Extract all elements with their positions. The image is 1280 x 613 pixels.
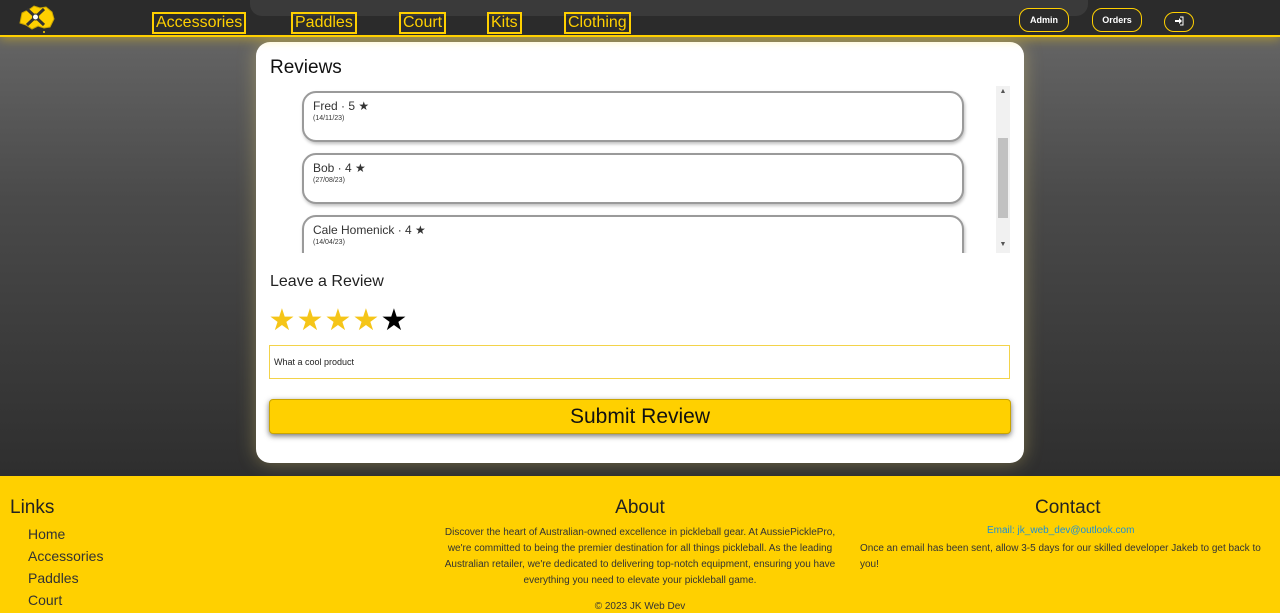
review-header: Cale Homenick · 4 ★ bbox=[313, 223, 426, 237]
nav-link-kits[interactable]: Kits bbox=[487, 12, 522, 34]
review-date: (14/11/23) bbox=[313, 115, 345, 122]
footer-email-link[interactable]: Email: jk_web_dev@outlook.com bbox=[987, 525, 1134, 536]
review-item: Bob · 4 ★ (27/08/23) bbox=[302, 153, 964, 204]
review-date: (14/04/23) bbox=[313, 239, 345, 246]
footer-link-accessories[interactable]: Accessories bbox=[28, 548, 103, 564]
star-icon[interactable]: ★ bbox=[324, 304, 352, 338]
australia-pickleball-logo-icon[interactable] bbox=[16, 3, 56, 33]
orders-button[interactable]: Orders bbox=[1092, 8, 1142, 32]
star-icon[interactable]: ★ bbox=[268, 304, 296, 338]
footer-link-home[interactable]: Home bbox=[28, 526, 65, 542]
footer: Links Home Accessories Paddles Court Abo… bbox=[0, 476, 1280, 613]
navbar: Accessories Paddles Court Kits Clothing … bbox=[0, 0, 1280, 37]
footer-about-text: Discover the heart of Australian-owned e… bbox=[444, 527, 836, 586]
nav-link-court[interactable]: Court bbox=[399, 12, 447, 34]
review-item: Cale Homenick · 4 ★ (14/04/23) bbox=[302, 215, 964, 253]
review-text-input[interactable] bbox=[269, 345, 1010, 379]
leave-review-title: Leave a Review bbox=[270, 273, 384, 290]
nav-link-paddles[interactable]: Paddles bbox=[291, 12, 357, 34]
reviews-scrollbar[interactable]: ▲ ▼ bbox=[996, 86, 1010, 253]
review-item: Fred · 5 ★ (14/11/23) bbox=[302, 91, 964, 142]
review-card: Reviews Fred · 5 ★ (14/11/23) Bob · 4 ★ … bbox=[256, 42, 1024, 463]
review-header: Fred · 5 ★ bbox=[313, 99, 370, 113]
nav-link-accessories[interactable]: Accessories bbox=[152, 12, 247, 34]
reviews-list[interactable]: Fred · 5 ★ (14/11/23) Bob · 4 ★ (27/08/2… bbox=[270, 82, 1010, 253]
reviews-title: Reviews bbox=[270, 57, 342, 78]
star-icon[interactable]: ★ bbox=[352, 304, 380, 338]
login-button[interactable] bbox=[1164, 12, 1194, 32]
footer-link-paddles[interactable]: Paddles bbox=[28, 570, 79, 586]
footer-contact-title: Contact bbox=[1035, 497, 1101, 518]
nav-link-clothing[interactable]: Clothing bbox=[564, 12, 631, 34]
footer-contact-text: Once an email has been sent, allow 3-5 d… bbox=[860, 543, 1261, 570]
star-icon[interactable]: ★ bbox=[380, 304, 408, 338]
footer-copyright: © 2023 JK Web Dev bbox=[594, 601, 686, 612]
scroll-down-arrow-icon[interactable]: ▼ bbox=[996, 239, 1010, 251]
review-header: Bob · 4 ★ bbox=[313, 161, 366, 175]
star-rating[interactable]: ★ ★ ★ ★ ★ bbox=[268, 304, 408, 338]
star-icon[interactable]: ★ bbox=[296, 304, 324, 338]
search-bar[interactable] bbox=[250, 0, 1088, 16]
scroll-up-arrow-icon[interactable]: ▲ bbox=[996, 86, 1010, 98]
scrollbar-thumb[interactable] bbox=[998, 138, 1008, 218]
submit-review-button[interactable]: Submit Review bbox=[269, 399, 1011, 434]
admin-button[interactable]: Admin bbox=[1019, 8, 1069, 32]
sign-in-icon bbox=[1174, 16, 1184, 28]
review-date: (27/08/23) bbox=[313, 177, 345, 184]
